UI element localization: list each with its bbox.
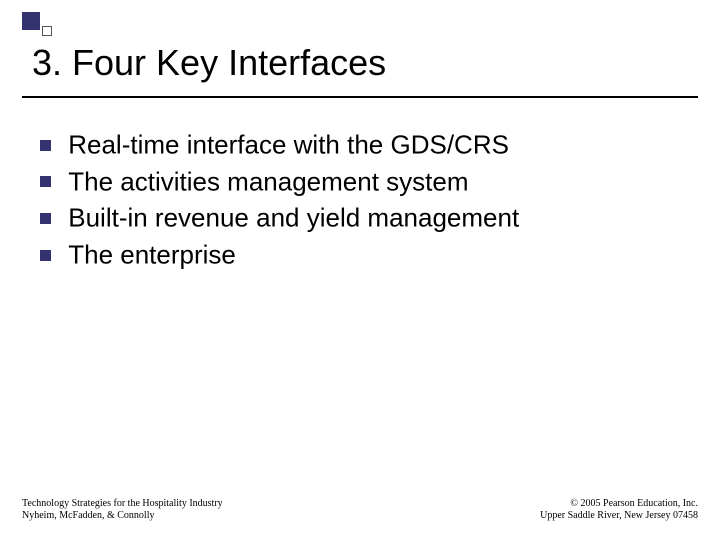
footer-right-line2: Upper Saddle River, New Jersey 07458 bbox=[540, 510, 698, 522]
bullet-text: Real-time interface with the GDS/CRS bbox=[68, 130, 509, 160]
list-item: Real-time interface with the GDS/CRS bbox=[40, 126, 680, 163]
list-item: The enterprise bbox=[40, 236, 680, 273]
title-rule bbox=[22, 96, 698, 98]
square-outline-icon bbox=[42, 26, 52, 36]
square-filled-icon bbox=[22, 12, 40, 30]
slide-footer: Technology Strategies for the Hospitalit… bbox=[22, 498, 698, 522]
list-item: Built-in revenue and yield management bbox=[40, 199, 680, 236]
slide-title: 3. Four Key Interfaces bbox=[32, 42, 386, 84]
bullet-icon bbox=[40, 176, 51, 187]
bullet-text: The enterprise bbox=[68, 240, 236, 270]
footer-left-line1: Technology Strategies for the Hospitalit… bbox=[22, 498, 223, 510]
bullet-icon bbox=[40, 250, 51, 261]
footer-right: © 2005 Pearson Education, Inc. Upper Sad… bbox=[540, 498, 698, 522]
slide: 3. Four Key Interfaces Real-time interfa… bbox=[0, 0, 720, 540]
footer-left: Technology Strategies for the Hospitalit… bbox=[22, 498, 223, 522]
list-item: The activities management system bbox=[40, 163, 680, 200]
footer-left-line2: Nyheim, McFadden, & Connolly bbox=[22, 510, 223, 522]
bullet-text: Built-in revenue and yield management bbox=[68, 203, 519, 233]
bullet-list: Real-time interface with the GDS/CRS The… bbox=[40, 126, 680, 273]
bullet-icon bbox=[40, 213, 51, 224]
footer-right-line1: © 2005 Pearson Education, Inc. bbox=[540, 498, 698, 510]
bullet-text: The activities management system bbox=[68, 166, 468, 196]
bullet-icon bbox=[40, 140, 51, 151]
